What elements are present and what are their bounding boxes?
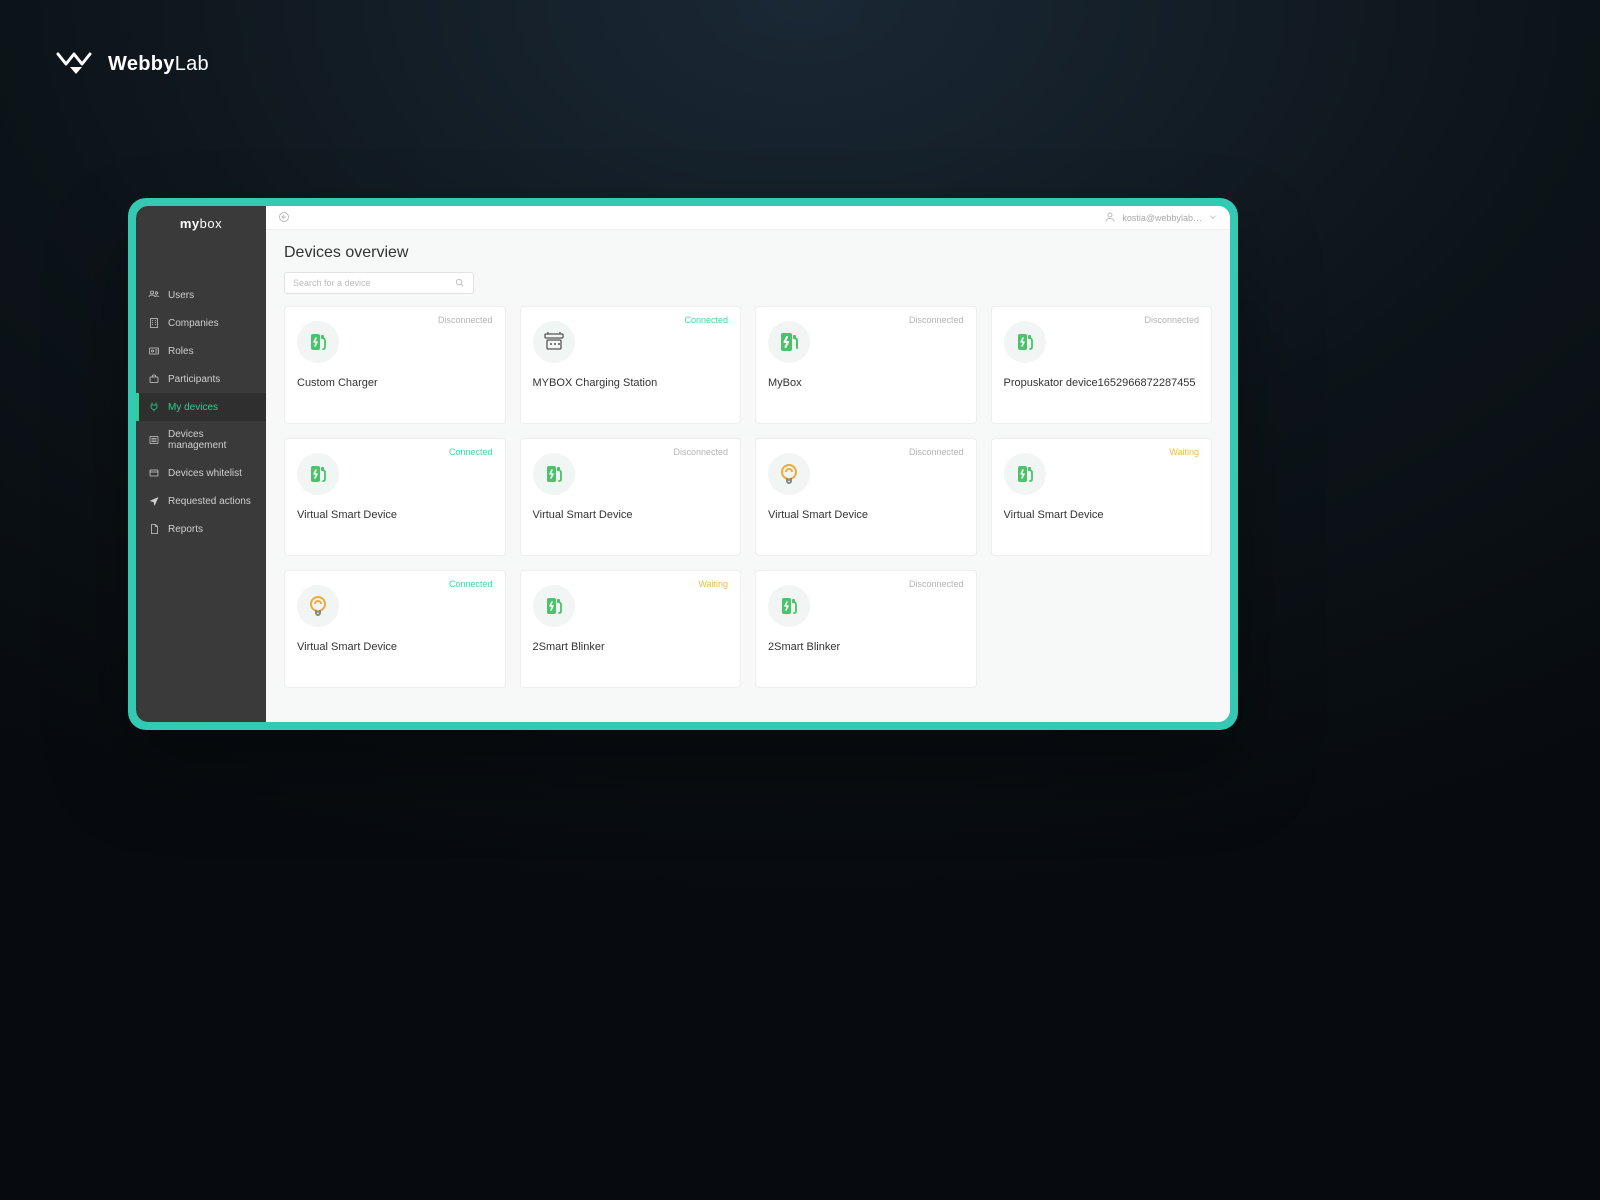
device-station-icon (533, 321, 575, 363)
send-icon (148, 495, 160, 507)
file-icon (148, 523, 160, 535)
device-card[interactable]: Disconnected Virtual Smart Device (755, 438, 977, 556)
device-name: Virtual Smart Device (1004, 509, 1200, 521)
device-card[interactable]: Disconnected Virtual Smart Device (520, 438, 742, 556)
device-status: Disconnected (909, 315, 964, 325)
device-charger-solid-icon (768, 321, 810, 363)
back-icon[interactable] (278, 211, 290, 225)
main-area: kostia@webbylab… Devices overview Discon… (266, 206, 1230, 722)
device-name: Virtual Smart Device (533, 509, 729, 521)
plug-icon (148, 401, 160, 413)
device-name: MyBox (768, 377, 964, 389)
sidebar-item-reports[interactable]: Reports (136, 515, 266, 543)
sidebar-item-my-devices[interactable]: My devices (136, 393, 266, 421)
sidebar-logo: mybox (136, 206, 266, 241)
device-status: Disconnected (438, 315, 493, 325)
sidebar-item-label: Devices whitelist (168, 468, 242, 479)
chevron-down-icon[interactable] (1208, 212, 1218, 224)
sidebar-item-roles[interactable]: Roles (136, 337, 266, 365)
outer-brand-text: WebbyLab (108, 53, 209, 76)
app-window: mybox Users Companies Roles Participants My … (128, 198, 1238, 730)
sidebar-item-devices-whitelist[interactable]: Devices whitelist (136, 459, 266, 487)
device-status: Disconnected (909, 447, 964, 457)
device-status: Disconnected (909, 579, 964, 589)
device-card[interactable]: Waiting 2Smart Blinker (520, 570, 742, 688)
sidebar-item-participants[interactable]: Participants (136, 365, 266, 393)
id-icon (148, 345, 160, 357)
device-status: Waiting (1169, 447, 1199, 457)
sidebar-item-label: Reports (168, 524, 203, 535)
device-name: 2Smart Blinker (768, 641, 964, 653)
sidebar-item-label: My devices (168, 402, 218, 413)
device-name: Custom Charger (297, 377, 493, 389)
sidebar-item-label: Users (168, 290, 194, 301)
users-icon (148, 289, 160, 301)
device-card[interactable]: Disconnected Custom Charger (284, 306, 506, 424)
device-name: Propuskator device1652966872287455 (1004, 377, 1200, 389)
sidebar-nav: Users Companies Roles Participants My device… (136, 281, 266, 543)
sidebar-item-label: Companies (168, 318, 219, 329)
device-charger-icon (533, 453, 575, 495)
device-charger-icon (768, 585, 810, 627)
device-card[interactable]: Disconnected Propuskator device1652966872… (991, 306, 1213, 424)
sidebar-item-devices-management[interactable]: Devices management (136, 421, 266, 459)
device-status: Disconnected (1144, 315, 1199, 325)
shield-icon (148, 467, 160, 479)
device-card[interactable]: Connected MYBOX Charging Station (520, 306, 742, 424)
device-charger-icon (297, 453, 339, 495)
device-name: MYBOX Charging Station (533, 377, 729, 389)
device-status: Connected (684, 315, 728, 325)
device-status: Waiting (698, 579, 728, 589)
device-status: Connected (449, 447, 493, 457)
sidebar-item-companies[interactable]: Companies (136, 309, 266, 337)
sidebar: mybox Users Companies Roles Participants My … (136, 206, 266, 722)
webbylab-logo-icon (56, 48, 96, 81)
user-avatar-icon[interactable] (1104, 211, 1116, 225)
list-icon (148, 434, 160, 446)
device-charger-icon (533, 585, 575, 627)
device-name: 2Smart Blinker (533, 641, 729, 653)
device-search[interactable] (284, 272, 474, 294)
sidebar-item-label: Participants (168, 374, 220, 385)
device-bulb-icon (768, 453, 810, 495)
device-status: Connected (449, 579, 493, 589)
device-card[interactable]: Waiting Virtual Smart Device (991, 438, 1213, 556)
device-charger-icon (1004, 453, 1046, 495)
device-card[interactable]: Disconnected 2Smart Blinker (755, 570, 977, 688)
device-card[interactable]: Connected Virtual Smart Device (284, 570, 506, 688)
page-title: Devices overview (266, 230, 1230, 272)
building-icon (148, 317, 160, 329)
device-card[interactable]: Disconnected MyBox (755, 306, 977, 424)
device-charger-icon (1004, 321, 1046, 363)
topbar-user-label[interactable]: kostia@webbylab… (1122, 213, 1202, 223)
device-grid: Disconnected Custom Charger Connected MYBOX… (266, 306, 1230, 706)
briefcase-icon (148, 373, 160, 385)
sidebar-item-requested-actions[interactable]: Requested actions (136, 487, 266, 515)
device-bulb-icon (297, 585, 339, 627)
device-charger-icon (297, 321, 339, 363)
search-icon (454, 277, 465, 290)
sidebar-item-label: Roles (168, 346, 194, 357)
device-name: Virtual Smart Device (297, 509, 493, 521)
sidebar-item-label: Devices management (168, 429, 254, 451)
device-card[interactable]: Connected Virtual Smart Device (284, 438, 506, 556)
device-status: Disconnected (673, 447, 728, 457)
topbar: kostia@webbylab… (266, 206, 1230, 230)
device-name: Virtual Smart Device (768, 509, 964, 521)
device-name: Virtual Smart Device (297, 641, 493, 653)
outer-brand: WebbyLab (56, 48, 209, 81)
sidebar-item-label: Requested actions (168, 496, 251, 507)
sidebar-item-users[interactable]: Users (136, 281, 266, 309)
device-search-input[interactable] (293, 278, 454, 288)
